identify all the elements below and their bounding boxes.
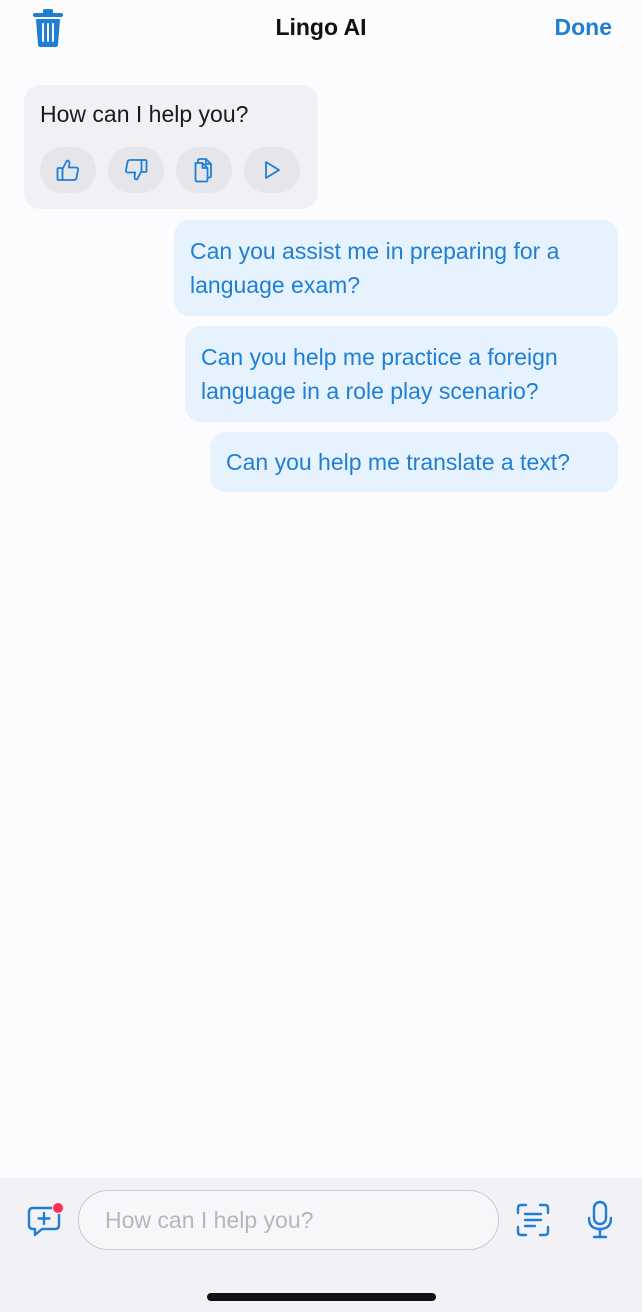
chat-screen: Lingo AI Done How can I help you? Can yo… — [0, 0, 642, 1312]
like-button[interactable] — [40, 147, 96, 193]
microphone-button[interactable] — [585, 1200, 615, 1240]
thumbs-up-icon — [56, 159, 79, 181]
user-message[interactable]: Can you assist me in preparing for a lan… — [174, 220, 618, 316]
input-bar — [0, 1178, 642, 1312]
copy-button[interactable] — [176, 147, 232, 193]
bot-message-text: How can I help you? — [40, 101, 249, 127]
microphone-icon — [587, 1200, 613, 1239]
notification-badge — [52, 1202, 64, 1214]
message-actions — [40, 147, 300, 193]
scan-text-icon — [516, 1203, 550, 1237]
scan-text-button[interactable] — [515, 1202, 551, 1238]
header: Lingo AI Done — [0, 0, 642, 60]
user-message[interactable]: Can you help me translate a text? — [210, 432, 618, 492]
user-message[interactable]: Can you help me practice a foreign langu… — [185, 326, 618, 422]
copy-icon — [194, 158, 212, 183]
message-input[interactable] — [78, 1190, 499, 1250]
done-button[interactable]: Done — [555, 14, 613, 41]
thumbs-down-icon — [125, 159, 148, 181]
new-chat-button[interactable] — [26, 1202, 64, 1240]
play-button[interactable] — [244, 147, 300, 193]
home-indicator — [207, 1293, 436, 1301]
page-title: Lingo AI — [275, 14, 367, 40]
play-icon — [265, 161, 280, 179]
bot-message: How can I help you? — [24, 85, 318, 209]
dislike-button[interactable] — [108, 147, 164, 193]
